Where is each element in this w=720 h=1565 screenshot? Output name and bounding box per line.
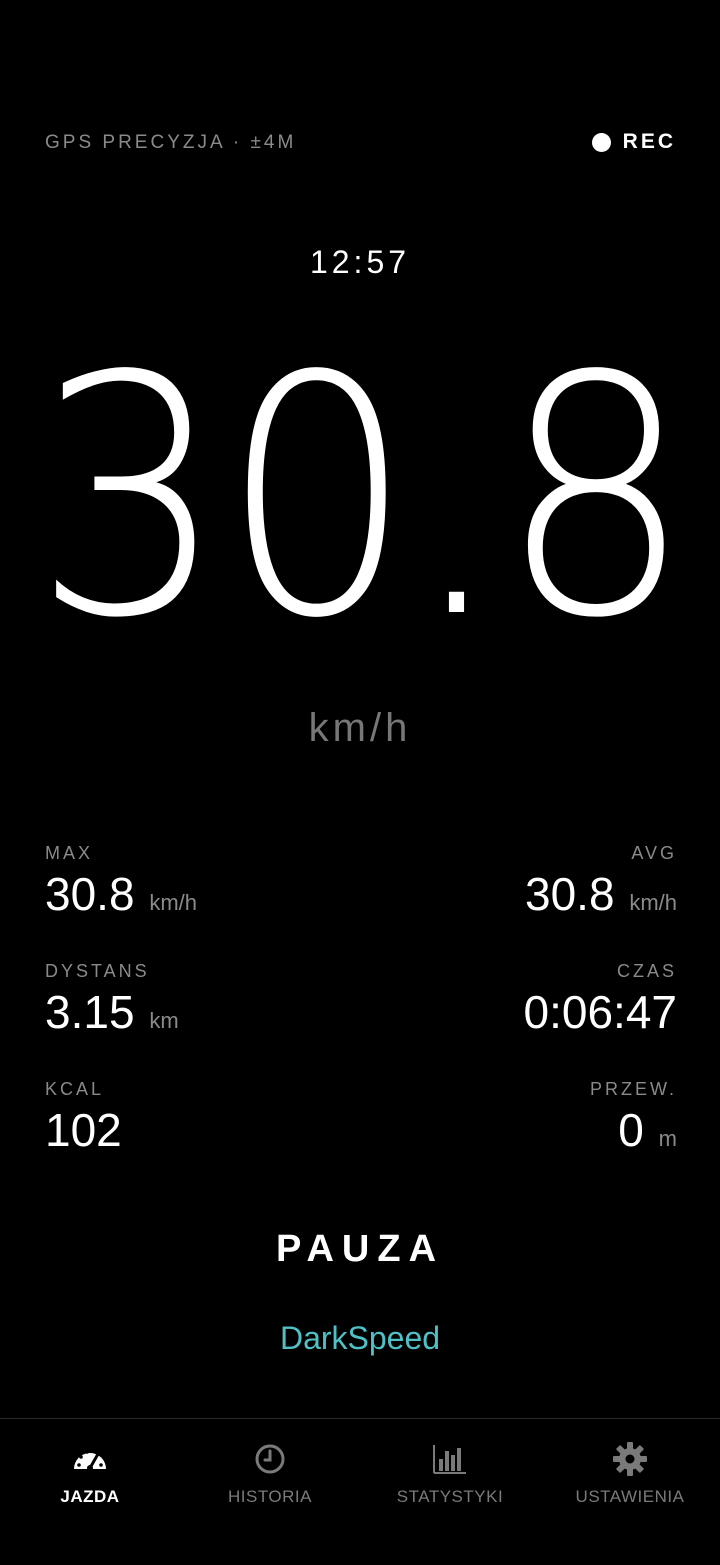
nav-label-ustawienia: USTAWIENIA [575,1487,685,1506]
speedometer-icon [74,1450,106,1471]
speed-unit: km/h [308,706,412,750]
nav-item-jazda[interactable]: JAZDA [0,1419,180,1565]
stat-time-label: CZAS [616,961,677,981]
rec-dot-icon [591,132,611,152]
stat-elevation-value: 0 [618,1104,644,1156]
stat-distance-value-row: 3.15 km [45,987,179,1046]
gear-icon [613,1442,647,1476]
stat-kcal-value: 102 [45,1104,122,1156]
stat-time-value: 0:06:47 [523,986,677,1038]
nav-label-statystyki: STATYSTYKI [396,1487,504,1506]
stat-distance: DYSTANS 3.15 km [45,961,179,1046]
stat-kcal: KCAL 102 [45,1079,122,1155]
bar-chart-icon [433,1445,466,1474]
stat-distance-label: DYSTANS [45,961,150,981]
stat-max-value-row: 30.8 km/h [45,869,197,928]
stat-elevation-value-row: 0 m [590,1105,677,1164]
stat-avg-value-row: 30.8 km/h [525,869,677,928]
stat-time: CZAS 0:06:47 [524,961,677,1037]
brand-logo-text: DarkSpeed [279,1320,441,1356]
nav-item-statystyki[interactable]: STATYSTYKI [360,1419,540,1565]
recording-indicator: REC [591,130,676,154]
stat-elevation-unit: m [658,1126,677,1151]
pause-button[interactable]: PAUZA [0,1228,720,1271]
nav-item-ustawienia[interactable]: USTAWIENIA [540,1419,720,1565]
nav-label-historia: HISTORIA [228,1487,312,1506]
stat-avg-label: AVG [631,843,677,863]
stat-distance-unit: km [149,1008,179,1033]
clock: 12:57 [309,244,411,280]
stat-elevation-label: PRZEW. [589,1079,677,1099]
stat-avg-value: 30.8 [525,868,615,920]
bottom-nav: JAZDA HISTORIA STATYSTYKI USTAWIENIA [0,1419,720,1565]
nav-item-historia[interactable]: HISTORIA [180,1419,360,1565]
gps-precision-text: GPS PRECYZJA · ±4M [45,132,297,153]
nav-label-jazda: JAZDA [60,1487,120,1506]
rec-label: REC [622,130,676,153]
stat-kcal-label: KCAL [45,1079,105,1099]
current-speed: 30.8 [33,306,692,690]
stat-max-label: MAX [45,843,94,863]
stat-max: MAX 30.8 km/h [45,843,197,928]
stat-avg-unit: km/h [629,890,677,915]
stat-distance-value: 3.15 [45,986,135,1038]
stat-max-unit: km/h [149,890,197,915]
clock-icon [255,1444,285,1474]
stat-avg: AVG 30.8 km/h [525,843,677,928]
stat-max-value: 30.8 [45,868,135,920]
stat-elevation: PRZEW. 0 m [590,1079,677,1164]
